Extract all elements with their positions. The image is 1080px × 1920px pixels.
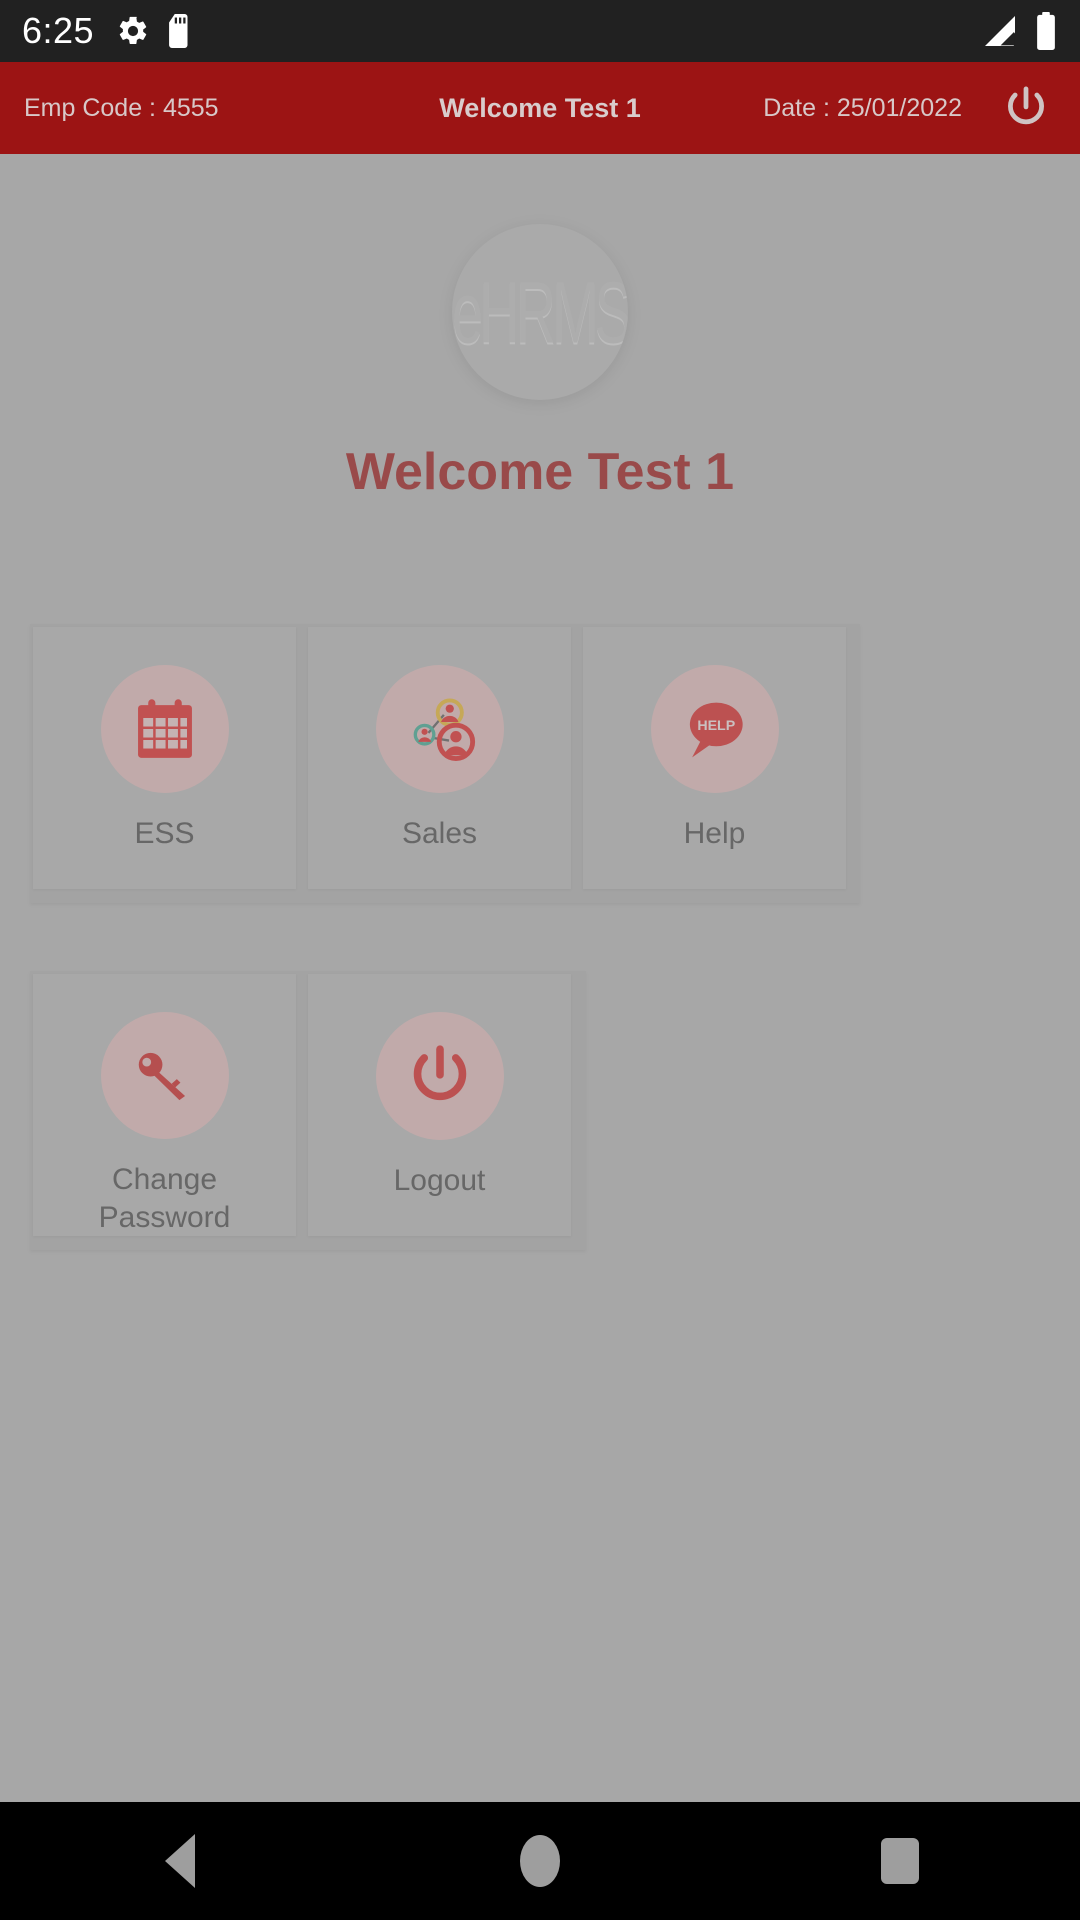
power-icon <box>413 1045 466 1101</box>
tile-label: Change Password <box>98 1163 231 1234</box>
tile-icon-background <box>375 1012 504 1140</box>
tile-icon-background <box>100 1012 229 1139</box>
nav-back-button[interactable] <box>110 1802 250 1920</box>
sd-card-icon <box>164 14 194 48</box>
people-network-icon <box>413 698 475 762</box>
home-circle-icon <box>520 1835 560 1887</box>
tile-label: ESS <box>134 817 195 850</box>
signal-icon <box>980 13 1020 49</box>
help-speech-bubble-icon: HELP <box>689 702 743 758</box>
main-content: eHRMS Welcome Test 1 ESS Sales HELP Help… <box>0 154 1080 1802</box>
app-bar: Emp Code : 4555 Welcome Test 1 Date : 25… <box>0 62 1080 154</box>
logo-text: eHRMS <box>452 263 628 361</box>
nav-recents-button[interactable] <box>830 1802 970 1920</box>
android-nav-bar <box>0 1802 1080 1920</box>
tile-label: Logout <box>393 1164 486 1197</box>
app-bar-power-button[interactable] <box>996 78 1056 138</box>
date-label: Date : 25/01/2022 <box>763 93 962 122</box>
tile-sales[interactable]: Sales <box>308 627 571 889</box>
welcome-heading: Welcome Test 1 <box>345 443 735 501</box>
status-bar-left: 6:25 <box>22 13 194 49</box>
back-triangle-icon <box>165 1834 195 1888</box>
tile-icon-background <box>100 665 229 793</box>
app-logo: eHRMS <box>452 224 628 400</box>
battery-icon <box>1034 12 1058 50</box>
tile-icon-background <box>375 665 504 793</box>
settings-gear-icon <box>116 14 150 48</box>
recents-square-icon <box>881 1838 919 1884</box>
status-bar-right <box>980 12 1058 50</box>
android-status-bar: 6:25 <box>0 0 1080 62</box>
key-icon <box>138 1052 185 1100</box>
nav-home-button[interactable] <box>470 1802 610 1920</box>
employee-code-label: Emp Code : 4555 <box>24 93 219 122</box>
menu-grid: ESS Sales HELP Help Change Password Logo… <box>0 624 1080 1250</box>
calendar-icon <box>137 699 192 758</box>
menu-row-1: ESS Sales HELP Help <box>30 624 860 903</box>
logo-container: eHRMS <box>0 224 1080 400</box>
tile-label: Sales <box>401 817 478 850</box>
tile-icon-background: HELP <box>650 665 779 793</box>
tile-help[interactable]: HELP Help <box>583 627 846 889</box>
svg-text:HELP: HELP <box>697 718 735 734</box>
tile-change-password[interactable]: Change Password <box>33 974 296 1236</box>
tile-ess[interactable]: ESS <box>33 627 296 889</box>
menu-row-2: Change Password Logout <box>30 971 586 1250</box>
phone-screen: 6:25 Emp Code: 4555 Welcome Test 1 Date… <box>0 0 1080 1920</box>
status-bar-clock: 6:25 <box>22 10 95 51</box>
tile-label: Help <box>683 817 746 850</box>
tile-logout[interactable]: Logout <box>308 974 571 1236</box>
